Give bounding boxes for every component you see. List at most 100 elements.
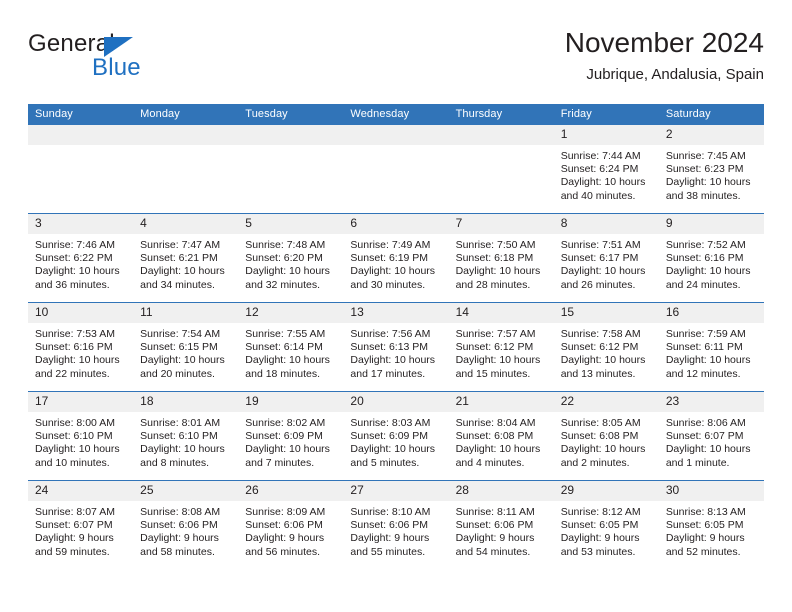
calendar-day-cell[interactable]: 15 Sunrise: 7:58 AM Sunset: 6:12 PM Dayligh… (553, 302, 659, 392)
daylight-text-line1: Daylight: 10 hours (560, 265, 646, 278)
calendar-day-cell[interactable]: 30 Sunrise: 8:13 AM Sunset: 6:05 PM Dayligh… (658, 480, 764, 569)
page-header: General Blue November 2024 Jubrique, And… (28, 26, 764, 98)
daylight-text-line1: Daylight: 10 hours (245, 354, 330, 367)
sunrise-text: Sunrise: 8:08 AM (140, 506, 221, 518)
sunset-text: Sunset: 6:10 PM (35, 430, 113, 443)
day-details: Sunrise: 8:09 AM Sunset: 6:06 PM Daylight:… (238, 501, 343, 559)
daylight-text-line2: and 18 minutes. (245, 367, 320, 380)
sunset-text: Sunset: 6:13 PM (350, 341, 429, 354)
daylight-text-line1: Daylight: 10 hours (350, 354, 436, 367)
day-details: Sunrise: 7:44 AM Sunset: 6:24 PM Daylight:… (554, 145, 659, 203)
calendar-week-row: 17 Sunrise: 8:00 AM Sunset: 6:10 PM Dayligh… (28, 391, 764, 481)
calendar-day-cell[interactable]: 14 Sunrise: 7:57 AM Sunset: 6:12 PM Dayligh… (448, 302, 554, 392)
day-number: 4 (133, 214, 239, 234)
sunset-text: Sunset: 6:24 PM (560, 163, 639, 176)
calendar-day-cell[interactable]: 29 Sunrise: 8:12 AM Sunset: 6:05 PM Dayligh… (553, 480, 659, 569)
day-details: Sunrise: 8:04 AM Sunset: 6:08 PM Daylight:… (449, 412, 554, 470)
calendar-cell-empty (343, 125, 449, 214)
calendar-day-cell[interactable]: 2 Sunrise: 7:45 AM Sunset: 6:23 PM Daylight… (658, 125, 764, 214)
day-details: Sunrise: 7:45 AM Sunset: 6:23 PM Daylight:… (659, 145, 764, 203)
calendar-day-cell[interactable]: 26 Sunrise: 8:09 AM Sunset: 6:06 PM Dayligh… (238, 480, 344, 569)
daylight-text-line2: and 53 minutes. (560, 545, 636, 558)
day-details: Sunrise: 8:01 AM Sunset: 6:10 PM Daylight:… (133, 412, 238, 470)
day-number: 19 (238, 392, 344, 412)
sunset-text: Sunset: 6:07 PM (35, 519, 113, 532)
sunrise-text: Sunrise: 8:06 AM (665, 417, 746, 429)
sunrise-text: Sunrise: 7:51 AM (560, 239, 641, 251)
daylight-text-line1: Daylight: 10 hours (665, 265, 751, 278)
sunrise-text: Sunrise: 7:57 AM (455, 328, 536, 340)
daylight-text-line2: and 34 minutes. (140, 278, 215, 291)
day-details: Sunrise: 8:03 AM Sunset: 6:09 PM Daylight:… (343, 412, 448, 470)
daylight-text-line1: Daylight: 10 hours (140, 265, 225, 278)
calendar-day-cell[interactable]: 24 Sunrise: 8:07 AM Sunset: 6:07 PM Dayligh… (28, 480, 134, 569)
calendar-week-row: 3 Sunrise: 7:46 AM Sunset: 6:22 PM Daylight… (28, 213, 764, 303)
sunrise-text: Sunrise: 8:05 AM (560, 417, 641, 429)
day-number: 28 (448, 481, 554, 501)
calendar-day-cell[interactable]: 21 Sunrise: 8:04 AM Sunset: 6:08 PM Dayligh… (448, 391, 554, 481)
day-details: Sunrise: 8:12 AM Sunset: 6:05 PM Daylight:… (554, 501, 659, 559)
day-number: 13 (343, 303, 449, 323)
sunset-text: Sunset: 6:16 PM (35, 341, 113, 354)
daylight-text-line1: Daylight: 10 hours (35, 443, 120, 456)
day-number: 24 (28, 481, 134, 501)
day-number: 20 (343, 392, 449, 412)
sunrise-text: Sunrise: 8:00 AM (35, 417, 115, 429)
calendar-day-cell[interactable]: 4 Sunrise: 7:47 AM Sunset: 6:21 PM Daylight… (133, 213, 239, 303)
calendar-day-cell[interactable]: 1 Sunrise: 7:44 AM Sunset: 6:24 PM Daylight… (553, 125, 659, 214)
day-number: 10 (28, 303, 134, 323)
weekday-header-tuesday: Tuesday (238, 104, 344, 125)
brand-logo[interactable]: General Blue (28, 30, 228, 86)
sunrise-text: Sunrise: 7:45 AM (665, 150, 746, 162)
page-title: November 2024 (564, 27, 764, 58)
day-details: Sunrise: 7:49 AM Sunset: 6:19 PM Daylight:… (343, 234, 448, 292)
sunset-text: Sunset: 6:16 PM (665, 252, 744, 265)
daylight-text-line2: and 8 minutes. (140, 456, 210, 469)
calendar-day-cell[interactable]: 27 Sunrise: 8:10 AM Sunset: 6:06 PM Dayligh… (343, 480, 449, 569)
day-number: 18 (133, 392, 239, 412)
day-number: 14 (448, 303, 554, 323)
calendar-day-cell[interactable]: 20 Sunrise: 8:03 AM Sunset: 6:09 PM Dayligh… (343, 391, 449, 481)
day-number: 7 (448, 214, 554, 234)
calendar-cell-empty (133, 125, 239, 214)
calendar-day-cell[interactable]: 22 Sunrise: 8:05 AM Sunset: 6:08 PM Dayligh… (553, 391, 659, 481)
calendar-day-cell[interactable]: 13 Sunrise: 7:56 AM Sunset: 6:13 PM Dayligh… (343, 302, 449, 392)
daylight-text-line2: and 7 minutes. (245, 456, 315, 469)
calendar-day-cell[interactable]: 8 Sunrise: 7:51 AM Sunset: 6:17 PM Daylight… (553, 213, 659, 303)
day-details: Sunrise: 7:57 AM Sunset: 6:12 PM Daylight:… (449, 323, 554, 381)
daylight-text-line1: Daylight: 10 hours (455, 443, 541, 456)
daylight-text-line2: and 30 minutes. (350, 278, 426, 291)
calendar-day-cell[interactable]: 10 Sunrise: 7:53 AM Sunset: 6:16 PM Dayligh… (28, 302, 134, 392)
calendar-day-cell[interactable]: 16 Sunrise: 7:59 AM Sunset: 6:11 PM Dayligh… (658, 302, 764, 392)
calendar-day-cell[interactable]: 7 Sunrise: 7:50 AM Sunset: 6:18 PM Daylight… (448, 213, 554, 303)
sunrise-text: Sunrise: 8:11 AM (455, 506, 535, 518)
calendar-day-cell[interactable]: 5 Sunrise: 7:48 AM Sunset: 6:20 PM Daylight… (238, 213, 344, 303)
calendar-day-cell[interactable]: 12 Sunrise: 7:55 AM Sunset: 6:14 PM Dayligh… (238, 302, 344, 392)
daylight-text-line1: Daylight: 9 hours (665, 532, 745, 545)
calendar-day-cell[interactable]: 28 Sunrise: 8:11 AM Sunset: 6:06 PM Dayligh… (448, 480, 554, 569)
day-number (238, 125, 344, 145)
daylight-text-line1: Daylight: 10 hours (140, 443, 225, 456)
sunrise-text: Sunrise: 7:59 AM (665, 328, 746, 340)
day-details: Sunrise: 8:00 AM Sunset: 6:10 PM Daylight:… (28, 412, 133, 470)
calendar-day-cell[interactable]: 25 Sunrise: 8:08 AM Sunset: 6:06 PM Dayligh… (133, 480, 239, 569)
sunset-text: Sunset: 6:23 PM (665, 163, 744, 176)
sunset-text: Sunset: 6:06 PM (140, 519, 218, 532)
calendar-day-cell[interactable]: 6 Sunrise: 7:49 AM Sunset: 6:19 PM Daylight… (343, 213, 449, 303)
daylight-text-line2: and 15 minutes. (455, 367, 531, 380)
brand-logo-blue-text: Blue (92, 54, 141, 81)
sunrise-text: Sunrise: 7:54 AM (140, 328, 221, 340)
calendar-day-cell[interactable]: 18 Sunrise: 8:01 AM Sunset: 6:10 PM Dayligh… (133, 391, 239, 481)
sunset-text: Sunset: 6:08 PM (560, 430, 639, 443)
calendar-day-cell[interactable]: 11 Sunrise: 7:54 AM Sunset: 6:15 PM Dayligh… (133, 302, 239, 392)
calendar-day-cell[interactable]: 23 Sunrise: 8:06 AM Sunset: 6:07 PM Dayligh… (658, 391, 764, 481)
calendar-day-cell[interactable]: 3 Sunrise: 7:46 AM Sunset: 6:22 PM Daylight… (28, 213, 134, 303)
sunrise-text: Sunrise: 8:04 AM (455, 417, 536, 429)
calendar-header-row: Sunday Monday Tuesday Wednesday Thursday… (28, 104, 764, 125)
day-number: 9 (658, 214, 764, 234)
calendar-day-cell[interactable]: 19 Sunrise: 8:02 AM Sunset: 6:09 PM Dayligh… (238, 391, 344, 481)
daylight-text-line1: Daylight: 9 hours (560, 532, 640, 545)
calendar-day-cell[interactable]: 17 Sunrise: 8:00 AM Sunset: 6:10 PM Dayligh… (28, 391, 134, 481)
sunset-text: Sunset: 6:18 PM (455, 252, 534, 265)
calendar-day-cell[interactable]: 9 Sunrise: 7:52 AM Sunset: 6:16 PM Daylight… (658, 213, 764, 303)
